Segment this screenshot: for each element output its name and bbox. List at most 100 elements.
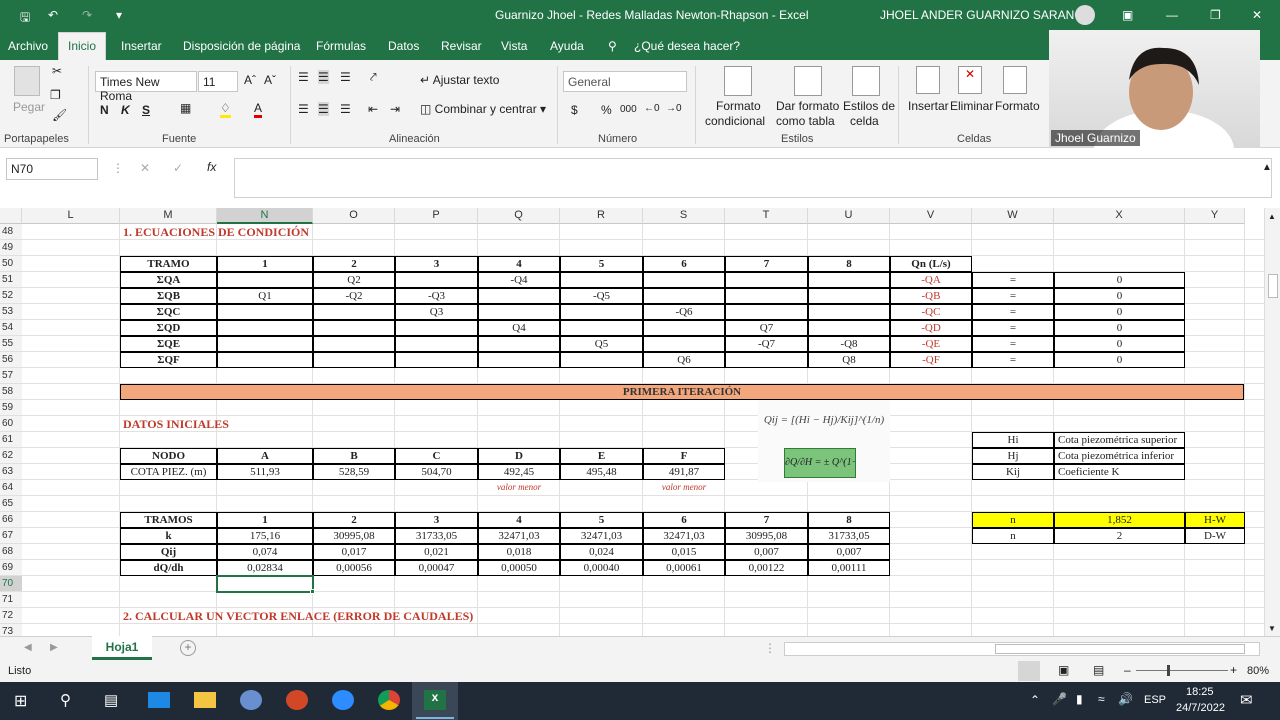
equation-label[interactable]: ΣQD <box>120 320 217 336</box>
tramo-header-cell[interactable]: 6 <box>643 256 725 272</box>
k-cell[interactable]: 31733,05 <box>395 528 478 544</box>
cota-cell[interactable]: 495,48 <box>560 464 643 480</box>
qn-cell[interactable]: -QB <box>890 288 972 304</box>
equals-cell[interactable]: = <box>972 352 1054 368</box>
format-cells-label[interactable]: Formato <box>995 99 1040 113</box>
column-header-W[interactable]: W <box>972 208 1054 224</box>
equation-cell[interactable] <box>313 304 395 320</box>
borders-icon[interactable]: ▦ <box>180 101 191 115</box>
tramo-header-cell[interactable]: TRAMO <box>120 256 217 272</box>
tray-chevron-icon[interactable]: ⌃ <box>1030 693 1040 707</box>
column-header-V[interactable]: V <box>890 208 972 224</box>
column-header-O[interactable]: O <box>313 208 395 224</box>
equation-cell[interactable] <box>560 352 643 368</box>
orientation-icon[interactable]: ⤤ <box>370 70 377 85</box>
scroll-up-icon[interactable]: ▲ <box>1268 212 1276 221</box>
zoom-out-icon[interactable]: – <box>1124 663 1131 677</box>
cota-cell[interactable]: 491,87 <box>643 464 725 480</box>
increase-indent-icon[interactable]: ⇥ <box>390 102 400 116</box>
dqdh-cell[interactable]: 0,00122 <box>725 560 808 576</box>
enter-icon[interactable]: ✓ <box>173 161 183 175</box>
row-header-62[interactable]: 62 <box>0 448 22 464</box>
k-cell[interactable]: 31733,05 <box>808 528 890 544</box>
cota-cell[interactable]: 504,70 <box>395 464 478 480</box>
file-explorer-icon[interactable] <box>194 692 216 708</box>
increase-decimal-icon[interactable]: ←0 <box>644 103 660 114</box>
equation-cell[interactable]: -Q8 <box>808 336 890 352</box>
column-header-U[interactable]: U <box>808 208 890 224</box>
equation-cell[interactable]: -Q2 <box>313 288 395 304</box>
equation-cell[interactable] <box>643 320 725 336</box>
format-table-label1[interactable]: Dar formato <box>776 99 839 113</box>
row-header-58[interactable]: 58 <box>0 384 22 400</box>
clock-time[interactable]: 18:25 <box>1186 686 1214 698</box>
underline-button[interactable]: S <box>142 103 150 117</box>
volume-icon[interactable]: 🔊 <box>1118 692 1133 706</box>
cell-styles-label2[interactable]: celda <box>850 114 879 128</box>
notifications-icon[interactable]: ✉ <box>1240 691 1253 709</box>
column-header-P[interactable]: P <box>395 208 478 224</box>
nodo-header-cell[interactable]: NODO <box>120 448 217 464</box>
equation-cell[interactable] <box>478 304 560 320</box>
decrease-indent-icon[interactable]: ⇤ <box>368 102 378 116</box>
equation-cell[interactable] <box>313 336 395 352</box>
hscroll-thumb[interactable] <box>995 644 1245 654</box>
equation-label[interactable]: ΣQA <box>120 272 217 288</box>
equation-label[interactable]: ΣQE <box>120 336 217 352</box>
language-indicator[interactable]: ESP <box>1144 694 1166 706</box>
equation-cell[interactable] <box>725 272 808 288</box>
equation-cell[interactable]: Q8 <box>808 352 890 368</box>
tramos-header-cell[interactable]: 1 <box>217 512 313 528</box>
column-header-L[interactable]: L <box>22 208 120 224</box>
equation-label[interactable]: ΣQB <box>120 288 217 304</box>
legend-symbol[interactable]: Hi <box>972 432 1054 448</box>
tramos-header-cell[interactable]: 8 <box>808 512 890 528</box>
result-cell[interactable]: 0 <box>1054 304 1185 320</box>
equation-cell[interactable] <box>808 272 890 288</box>
equation-cell[interactable]: Q6 <box>643 352 725 368</box>
tramos-header-cell[interactable]: TRAMOS <box>120 512 217 528</box>
qij-cell[interactable]: 0,017 <box>313 544 395 560</box>
cell-styles-icon[interactable] <box>852 66 880 96</box>
row-header-57[interactable]: 57 <box>0 368 22 384</box>
horizontal-scrollbar[interactable] <box>784 642 1260 656</box>
microphone-icon[interactable]: 🎤 <box>1052 692 1067 706</box>
equation-cell[interactable] <box>217 272 313 288</box>
wrap-text-button[interactable]: ↵ Ajustar texto <box>420 73 499 87</box>
row-header-63[interactable]: 63 <box>0 464 22 480</box>
equation-cell[interactable] <box>560 304 643 320</box>
dqdh-cell[interactable]: 0,02834 <box>217 560 313 576</box>
row-header-64[interactable]: 64 <box>0 480 22 496</box>
tramo-header-cell[interactable]: 4 <box>478 256 560 272</box>
windows-start-icon[interactable]: ⊞ <box>14 691 27 711</box>
scroll-down-icon[interactable]: ▼ <box>1268 624 1276 633</box>
valor-menor-note[interactable]: valor menor <box>643 480 725 496</box>
equals-cell[interactable]: = <box>972 272 1054 288</box>
cell-styles-label1[interactable]: Estilos de <box>843 99 895 113</box>
zoom-level[interactable]: 80% <box>1247 665 1269 677</box>
tab-split-icon[interactable]: ⋮ <box>764 641 776 655</box>
equation-cell[interactable] <box>725 304 808 320</box>
qn-cell[interactable]: -QE <box>890 336 972 352</box>
equation-cell[interactable]: -Q4 <box>478 272 560 288</box>
equation-cell[interactable] <box>808 320 890 336</box>
equation-cell[interactable] <box>808 304 890 320</box>
column-header-M[interactable]: M <box>120 208 217 224</box>
equation-cell[interactable]: -Q6 <box>643 304 725 320</box>
nodo-header-cell[interactable]: E <box>560 448 643 464</box>
format-table-label2[interactable]: como tabla <box>776 114 835 128</box>
task-view-icon[interactable]: ▤ <box>104 691 118 709</box>
equals-cell[interactable]: = <box>972 304 1054 320</box>
equation-label[interactable]: ΣQF <box>120 352 217 368</box>
row-header-50[interactable]: 50 <box>0 256 22 272</box>
result-cell[interactable]: 0 <box>1054 336 1185 352</box>
n-label[interactable]: n <box>972 528 1054 544</box>
cut-icon[interactable]: ✂ <box>52 64 62 78</box>
nodo-header-cell[interactable]: B <box>313 448 395 464</box>
fill-handle[interactable] <box>310 589 315 594</box>
equation-cell[interactable]: Q1 <box>217 288 313 304</box>
n-label[interactable]: n <box>972 512 1054 528</box>
n-method[interactable]: D-W <box>1185 528 1245 544</box>
qij-cell[interactable]: 0,021 <box>395 544 478 560</box>
cota-cell[interactable]: 492,45 <box>478 464 560 480</box>
